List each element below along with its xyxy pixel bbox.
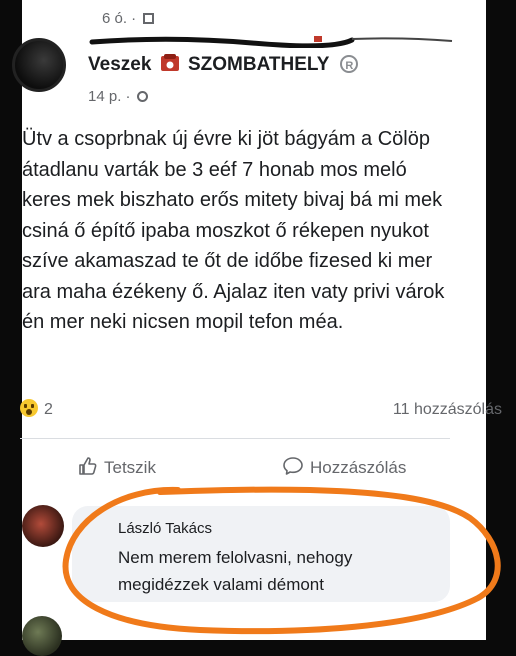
post-timestamp[interactable]: 14 p. · [88, 88, 148, 105]
comment-bubble: László Takács Nem merem felolvasni, neho… [72, 506, 450, 602]
grid-icon [143, 13, 155, 24]
redaction-scribble [89, 36, 453, 48]
previous-post-time: 6 ó. · [102, 10, 137, 27]
post-author[interactable]: Veszek SZOMBATHELY R [88, 54, 359, 76]
registered-icon: R [340, 55, 359, 73]
previous-post-meta: 6 ó. · [102, 10, 155, 27]
comment-text: Nem merem felolvasni, nehogy megidézzek … [118, 548, 353, 594]
reaction-summary[interactable]: 2 [20, 399, 53, 419]
post-time-text[interactable]: 14 p. · [88, 88, 131, 105]
next-commenter-avatar[interactable] [22, 616, 62, 656]
wow-emoji-icon [20, 399, 38, 417]
like-icon [79, 457, 97, 475]
comment-label[interactable]: Hozzászólás [310, 458, 406, 477]
comment-author[interactable]: László Takács [118, 520, 212, 537]
phone-icon [160, 54, 179, 71]
like-label[interactable]: Tetszik [104, 458, 156, 477]
author-location[interactable]: SZOMBATHELY [188, 54, 329, 75]
globe-icon [136, 91, 148, 102]
comment-button[interactable]: Hozzászólás [282, 456, 406, 478]
comments-count[interactable]: 11 hozzászólás [393, 401, 502, 419]
reaction-count[interactable]: 2 [44, 401, 53, 418]
like-button[interactable]: Tetszik [78, 456, 156, 478]
divider [20, 438, 450, 439]
author-name[interactable]: Veszek [88, 54, 151, 75]
author-avatar[interactable] [12, 38, 66, 92]
commenter-avatar[interactable] [22, 505, 64, 547]
comment-icon [283, 457, 303, 475]
post-body: Ütv a csoprbnak új évre ki jöt bágyám a … [22, 128, 445, 333]
